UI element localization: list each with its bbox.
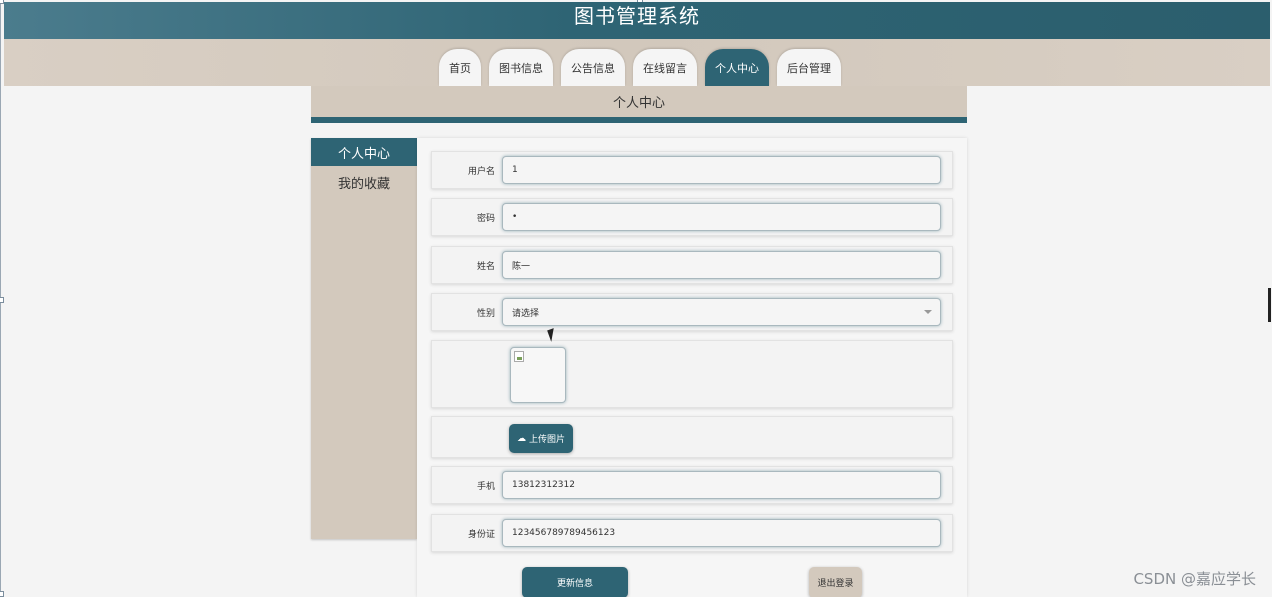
form-row-phone: 手机 13812312312 [431, 466, 953, 504]
cloud-upload-icon: ☁ [516, 433, 526, 444]
watermark-text: CSDN @嘉应学长 [1133, 570, 1256, 588]
form-row-name: 姓名 陈一 [431, 246, 953, 284]
resize-handle-left[interactable] [0, 297, 4, 303]
username-label: 用户名 [467, 166, 495, 177]
password-label: 密码 [476, 213, 495, 224]
nav-home[interactable]: 首页 [439, 49, 481, 86]
form-row-username: 用户名 1 [431, 151, 953, 189]
chevron-down-icon [924, 310, 932, 314]
id-card-field[interactable]: 123456789789456123 [502, 519, 941, 547]
nav-book-info[interactable]: 图书信息 [489, 49, 553, 86]
avatar-preview [510, 347, 566, 403]
update-info-button[interactable]: 更新信息 [522, 567, 628, 597]
name-field[interactable]: 陈一 [502, 251, 941, 279]
page-heading: 个人中心 [311, 86, 967, 117]
sidebar-item-favorites[interactable]: 我的收藏 [311, 168, 417, 196]
main-nav: 首页 图书信息 公告信息 在线留言 个人中心 后台管理 [439, 49, 841, 86]
logout-button[interactable]: 退出登录 [809, 567, 862, 597]
id-card-label: 身份证 [467, 529, 495, 540]
nav-messages[interactable]: 在线留言 [633, 49, 697, 86]
username-field[interactable]: 1 [502, 156, 941, 184]
gender-select-value: 请选择 [512, 308, 540, 319]
form-row-password: 密码 • [431, 198, 953, 236]
upload-button-label: 上传图片 [528, 435, 565, 445]
resize-handle-bottom-left[interactable] [0, 591, 4, 597]
site-header: 图书管理系统 [4, 2, 1270, 39]
upload-image-button[interactable]: ☁ 上传图片 [509, 424, 573, 453]
nav-announcements[interactable]: 公告信息 [561, 49, 625, 86]
sidebar: 个人中心 我的收藏 [311, 138, 417, 539]
form-row-upload: ☁ 上传图片 [431, 416, 953, 458]
scrollbar-marker[interactable] [1268, 288, 1271, 322]
gender-select[interactable]: 请选择 [502, 298, 941, 326]
heading-underline [311, 117, 967, 123]
site-title: 图书管理系统 [574, 4, 700, 28]
sidebar-item-personal-center[interactable]: 个人中心 [311, 138, 417, 166]
form-row-gender: 性别 请选择 [431, 293, 953, 331]
form-row-id-card: 身份证 123456789789456123 [431, 514, 953, 552]
password-field[interactable]: • [502, 203, 941, 231]
form-row-avatar [431, 340, 953, 408]
nav-admin[interactable]: 后台管理 [777, 49, 841, 86]
phone-label: 手机 [476, 481, 495, 492]
phone-field[interactable]: 13812312312 [502, 471, 941, 499]
name-label: 姓名 [476, 261, 495, 272]
broken-image-icon [514, 351, 524, 362]
nav-personal-center[interactable]: 个人中心 [705, 49, 769, 86]
gender-label: 性别 [476, 308, 495, 319]
